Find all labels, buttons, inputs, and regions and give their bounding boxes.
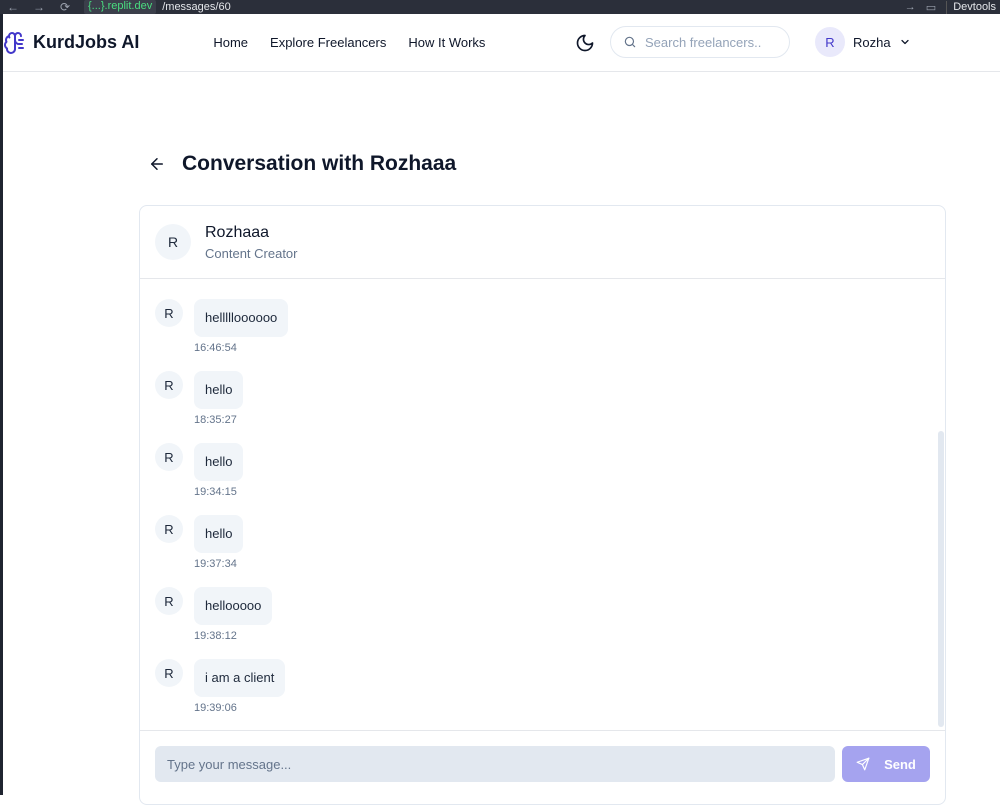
- brand-name: KurdJobs AI: [33, 32, 140, 52]
- site-header: KurdJobs AI Home Explore Freelancers How…: [3, 14, 1000, 72]
- message-avatar: R: [155, 659, 183, 687]
- message-item: R i am a client 19:39:06: [155, 659, 286, 714]
- message-list[interactable]: R hellllloooooo 16:46:54 R hello 18:35:2…: [140, 280, 945, 730]
- search-icon: [624, 36, 636, 48]
- search-box[interactable]: [610, 26, 790, 58]
- nav-explore-freelancers[interactable]: Explore Freelancers: [270, 35, 386, 50]
- message-avatar: R: [155, 587, 183, 615]
- message-time: 16:46:54: [194, 342, 237, 354]
- conversation-card: R Rozhaaa Content Creator R helllllooooo…: [139, 205, 946, 805]
- browser-toolbar: ← → ⟳ {...}.replit.dev /messages/60 → ▭ …: [0, 0, 1000, 14]
- main-nav: Home Explore Freelancers How It Works: [213, 35, 485, 50]
- message-time: 19:39:06: [194, 702, 237, 714]
- brain-icon: [4, 31, 24, 54]
- send-icon: [856, 757, 870, 771]
- send-button[interactable]: Send: [842, 746, 930, 782]
- brand-logo[interactable]: KurdJobs AI: [3, 31, 139, 55]
- user-name: Rozha: [853, 34, 891, 50]
- message-bubble: hellooooo: [194, 587, 273, 625]
- device-icon[interactable]: ▭: [926, 1, 936, 14]
- message-time: 19:38:12: [194, 630, 237, 642]
- message-item: R hellooooo 19:38:12: [155, 587, 273, 642]
- message-item: R hello 19:37:34: [155, 515, 244, 570]
- chevron-down-icon: [900, 39, 909, 45]
- arrow-left-icon[interactable]: [148, 155, 166, 173]
- page-title: Conversation with Rozhaaa: [182, 152, 457, 175]
- user-avatar: R: [815, 27, 845, 57]
- message-avatar: R: [155, 371, 183, 399]
- message-time: 19:34:15: [194, 486, 237, 498]
- message-item: R hello 18:35:27: [155, 371, 244, 426]
- message-avatar: R: [155, 515, 183, 543]
- message-bubble: i am a client: [194, 659, 286, 697]
- message-item: R hello 19:34:15: [155, 443, 244, 498]
- nav-home[interactable]: Home: [213, 35, 248, 50]
- url-host[interactable]: {...}.replit.dev: [84, 0, 157, 14]
- contact-name: Rozhaaa: [205, 223, 270, 241]
- search-input[interactable]: [645, 34, 775, 50]
- message-composer: Send: [140, 730, 945, 804]
- moon-icon[interactable]: [575, 33, 595, 53]
- user-menu[interactable]: R Rozha: [815, 27, 911, 57]
- nav-how-it-works[interactable]: How It Works: [408, 35, 485, 50]
- message-bubble: hello: [194, 443, 244, 481]
- message-bubble: hello: [194, 515, 244, 553]
- message-bubble: hello: [194, 371, 244, 409]
- contact-avatar: R: [155, 224, 191, 260]
- back-nav-icon[interactable]: ←: [0, 0, 26, 14]
- window-edge: [0, 14, 3, 795]
- message-time: 19:37:34: [194, 558, 237, 570]
- message-avatar: R: [155, 299, 183, 327]
- contact-header: R Rozhaaa Content Creator: [140, 206, 945, 279]
- url-path[interactable]: /messages/60: [162, 1, 230, 14]
- message-avatar: R: [155, 443, 183, 471]
- contact-info: Rozhaaa Content Creator: [205, 224, 298, 261]
- message-time: 18:35:27: [194, 414, 237, 426]
- send-label: Send: [884, 756, 916, 772]
- contact-role: Content Creator: [205, 245, 298, 261]
- forward-nav-icon[interactable]: →: [26, 0, 52, 14]
- open-tab-icon[interactable]: →: [905, 1, 916, 13]
- message-bubble: hellllloooooo: [194, 299, 289, 337]
- message-input[interactable]: [155, 746, 835, 782]
- page-title-row: Conversation with Rozhaaa: [148, 152, 456, 176]
- devtools-button[interactable]: Devtools: [946, 0, 996, 14]
- message-scrollbar[interactable]: [938, 431, 944, 727]
- reload-icon[interactable]: ⟳: [52, 0, 78, 14]
- message-item: R hellllloooooo 16:46:54: [155, 299, 289, 354]
